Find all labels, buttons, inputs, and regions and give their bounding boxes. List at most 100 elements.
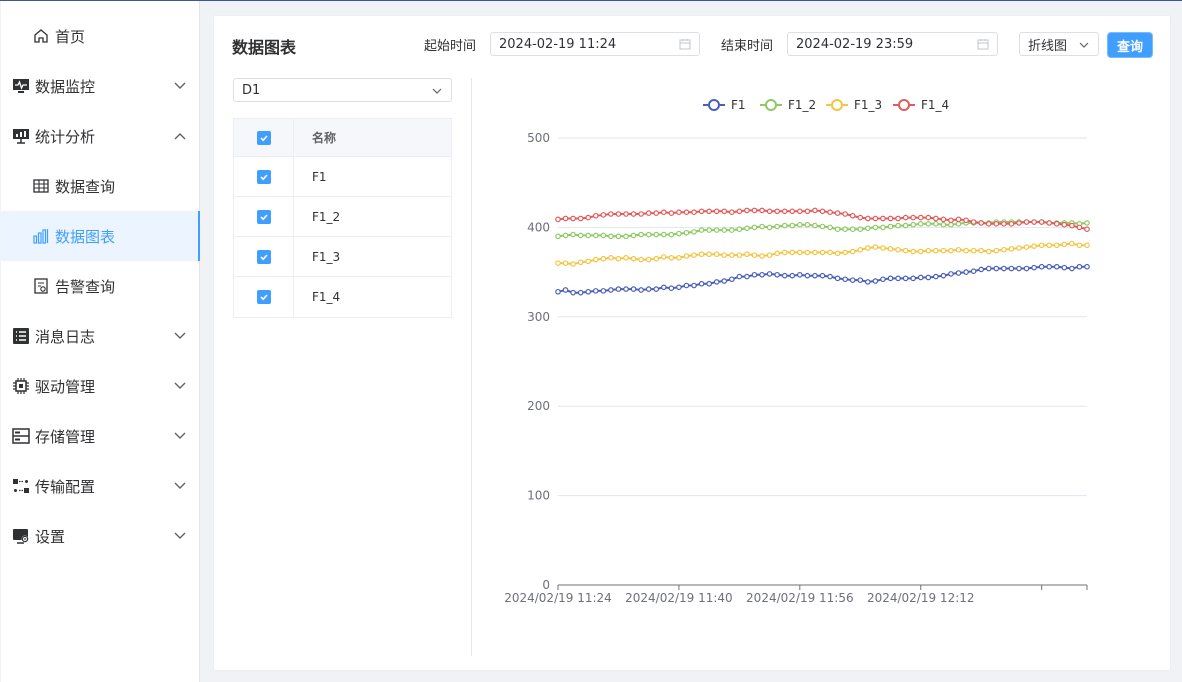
- data-point-F1_3: [751, 252, 758, 258]
- table-row[interactable]: F1: [234, 157, 451, 197]
- data-point-F1_4: [592, 212, 599, 219]
- data-point-F1: [895, 275, 901, 282]
- presentation-chart-icon: [11, 126, 31, 146]
- data-point-F1_4: [842, 211, 848, 217]
- data-point-F1_2: [721, 227, 728, 233]
- sidebar-item-transfer-config[interactable]: 传输配置: [1, 461, 200, 511]
- end-time-value: 2024-02-19 23:59: [796, 36, 914, 52]
- sidebar-item-home[interactable]: 首页: [1, 11, 200, 61]
- data-point-F1: [880, 276, 886, 283]
- data-point-F1: [691, 282, 697, 289]
- data-point-F1_2: [661, 231, 667, 238]
- sidebar-item-label: 数据查询: [55, 177, 116, 196]
- table-grid-icon: [31, 176, 51, 196]
- table-row[interactable]: F1_2: [234, 197, 451, 237]
- sidebar-item-storage-management[interactable]: 存储管理: [1, 411, 200, 461]
- data-point-F1_2: [736, 226, 743, 232]
- data-point-F1_2: [668, 231, 675, 238]
- row-checkbox[interactable]: [256, 249, 271, 264]
- data-point-F1: [1053, 263, 1060, 270]
- sidebar-item-settings[interactable]: 设置: [1, 511, 200, 561]
- data-point-F1_2: [849, 226, 856, 232]
- legend-marker-F1_2: [765, 99, 777, 111]
- data-point-F1_3: [895, 246, 901, 253]
- data-point-F1: [638, 287, 644, 293]
- main-card: 数据图表 起始时间 2024-02-19 11:24 结束时间 2024-02-…: [213, 15, 1171, 671]
- data-point-F1_2: [797, 221, 803, 228]
- data-point-F1: [955, 270, 962, 276]
- data-point-F1_2: [880, 224, 886, 231]
- sidebar-item-data-chart[interactable]: 数据图表: [1, 211, 200, 261]
- data-point-F1_3: [917, 248, 924, 255]
- monitor-icon: [11, 76, 31, 96]
- data-point-F1_4: [1084, 226, 1090, 232]
- data-point-F1_3: [615, 255, 622, 262]
- chevron-down-icon: [432, 88, 442, 94]
- data-point-F1_2: [925, 221, 932, 227]
- table-row[interactable]: F1_3: [234, 237, 451, 277]
- data-point-F1: [1023, 265, 1030, 272]
- data-point-F1_3: [948, 247, 954, 254]
- data-point-F1: [978, 266, 985, 273]
- data-point-F1: [698, 280, 705, 287]
- data-point-F1: [963, 269, 969, 275]
- sidebar-item-message-log[interactable]: 消息日志: [1, 311, 200, 361]
- data-point-F1_3: [955, 246, 962, 253]
- data-point-F1_4: [1016, 220, 1022, 226]
- data-point-F1_2: [759, 223, 765, 230]
- y-tick-label: 0: [542, 578, 550, 592]
- start-time-input[interactable]: 2024-02-19 11:24: [490, 32, 700, 56]
- list-icon: [11, 326, 31, 346]
- y-tick-label: 500: [527, 131, 550, 145]
- sidebar-item-data-query[interactable]: 数据查询: [1, 161, 200, 211]
- data-point-F1_2: [865, 225, 871, 232]
- variable-table: 名称 F1 F1_2 F1_3 F1_4: [233, 118, 452, 318]
- chevron-down-icon: [174, 432, 186, 439]
- table-row[interactable]: F1_4: [234, 277, 451, 317]
- chart-type-select[interactable]: 折线图: [1019, 32, 1099, 56]
- data-point-F1: [615, 286, 622, 292]
- data-point-F1_4: [872, 215, 879, 222]
- data-point-F1: [1084, 263, 1090, 270]
- data-point-F1_2: [570, 231, 576, 238]
- data-point-F1_4: [925, 214, 932, 221]
- data-point-F1: [751, 271, 758, 278]
- select-all-checkbox[interactable]: [256, 130, 271, 145]
- data-point-F1_3: [736, 252, 743, 258]
- data-point-F1_2: [819, 223, 826, 230]
- table-header-row: 名称: [234, 119, 451, 157]
- query-button[interactable]: 查询: [1108, 33, 1152, 57]
- data-point-F1: [1046, 263, 1053, 270]
- data-point-F1: [668, 285, 675, 291]
- data-point-F1_4: [1053, 221, 1060, 227]
- data-point-F1_3: [842, 249, 848, 256]
- data-point-F1_3: [1061, 241, 1068, 248]
- sidebar-item-alarm-query[interactable]: 告警查询: [1, 261, 200, 311]
- row-checkbox[interactable]: [256, 209, 271, 224]
- data-point-F1_3: [570, 261, 576, 267]
- end-time-input[interactable]: 2024-02-19 23:59: [787, 32, 998, 56]
- data-point-F1_2: [827, 224, 833, 231]
- data-point-F1_2: [608, 233, 614, 240]
- data-point-F1_2: [804, 221, 811, 228]
- chevron-down-icon: [174, 82, 186, 89]
- data-point-F1_3: [1031, 243, 1037, 249]
- data-point-F1: [940, 272, 947, 279]
- data-point-F1_4: [1076, 224, 1083, 231]
- data-point-F1_4: [781, 208, 788, 215]
- sidebar-item-driver-management[interactable]: 驱动管理: [1, 361, 200, 411]
- data-point-F1_3: [1023, 244, 1030, 250]
- device-select[interactable]: D1: [233, 78, 452, 102]
- sidebar-item-data-monitor[interactable]: 数据监控: [1, 61, 200, 111]
- data-point-F1_2: [577, 232, 584, 239]
- row-checkbox[interactable]: [256, 169, 271, 184]
- sidebar-item-statistics[interactable]: 统计分析: [1, 111, 200, 161]
- data-point-F1_3: [789, 249, 796, 256]
- data-point-F1_2: [781, 222, 788, 229]
- data-point-F1_4: [562, 215, 569, 222]
- data-point-F1_3: [880, 245, 886, 251]
- data-point-F1: [562, 287, 569, 293]
- data-point-F1: [653, 286, 660, 292]
- row-checkbox[interactable]: [256, 290, 271, 304]
- data-point-F1_3: [819, 249, 826, 256]
